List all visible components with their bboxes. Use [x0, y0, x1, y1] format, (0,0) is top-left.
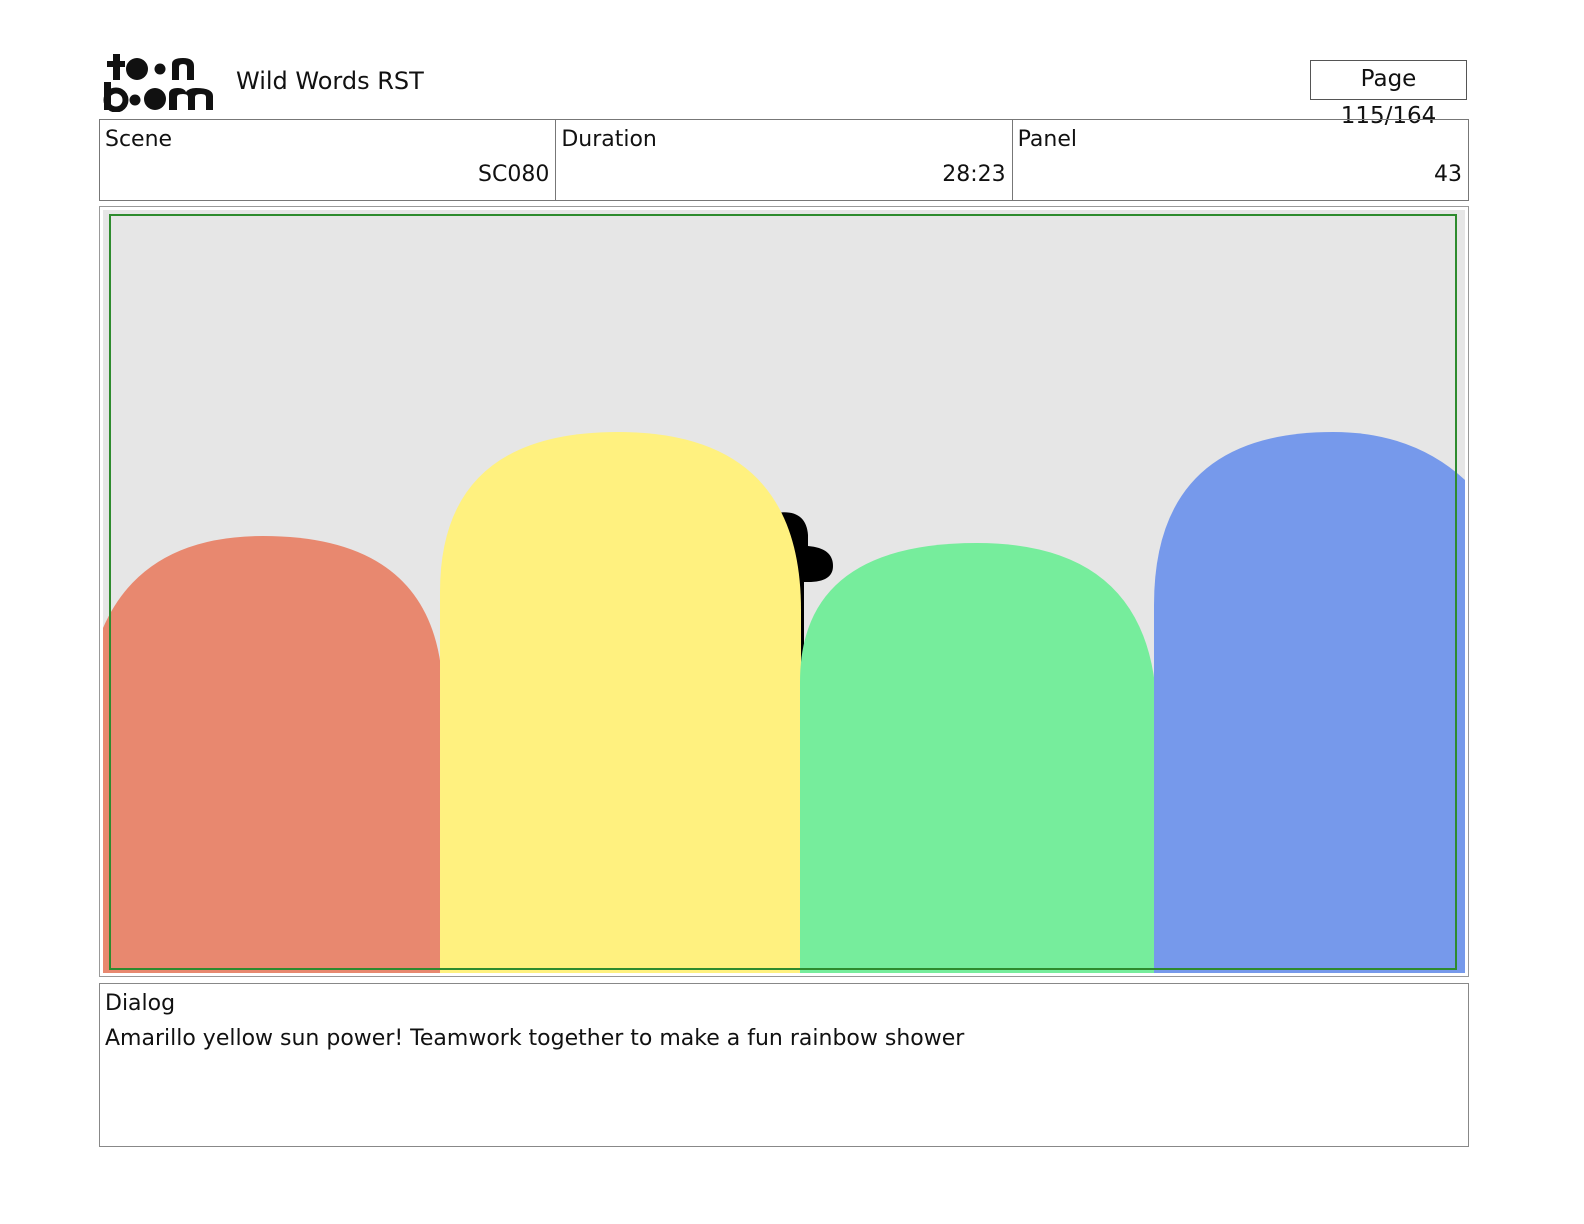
dialog-box: Dialog Amarillo yellow sun power! Teamwo… — [99, 983, 1469, 1147]
scene-label: Scene — [105, 127, 173, 152]
page-indicator: Page 115/164 — [1310, 60, 1467, 129]
storyboard-panel — [99, 206, 1469, 977]
panel-cell: Panel 43 — [1013, 120, 1468, 200]
panel-value: 43 — [1433, 162, 1462, 187]
duration-cell: Duration 28:23 — [556, 120, 1013, 200]
blue-shape — [1154, 432, 1465, 973]
duration-value: 28:23 — [942, 162, 1006, 187]
duration-label: Duration — [561, 127, 657, 152]
scene-value: SC080 — [478, 162, 550, 187]
dialog-label: Dialog — [105, 991, 176, 1016]
panel-label: Panel — [1017, 127, 1078, 152]
dialog-text: Amarillo yellow sun power! Teamwork toge… — [105, 1026, 965, 1051]
info-table: Scene SC080 Duration 28:23 Panel 43 — [99, 119, 1469, 201]
scene-cell: Scene SC080 — [100, 120, 557, 200]
red-shape — [103, 536, 443, 973]
yellow-shape — [440, 432, 801, 973]
project-title: Wild Words RST — [236, 67, 424, 95]
panel-artwork — [103, 210, 1465, 973]
green-shape — [800, 543, 1157, 973]
toonboom-logo: toonboom — [103, 54, 213, 112]
